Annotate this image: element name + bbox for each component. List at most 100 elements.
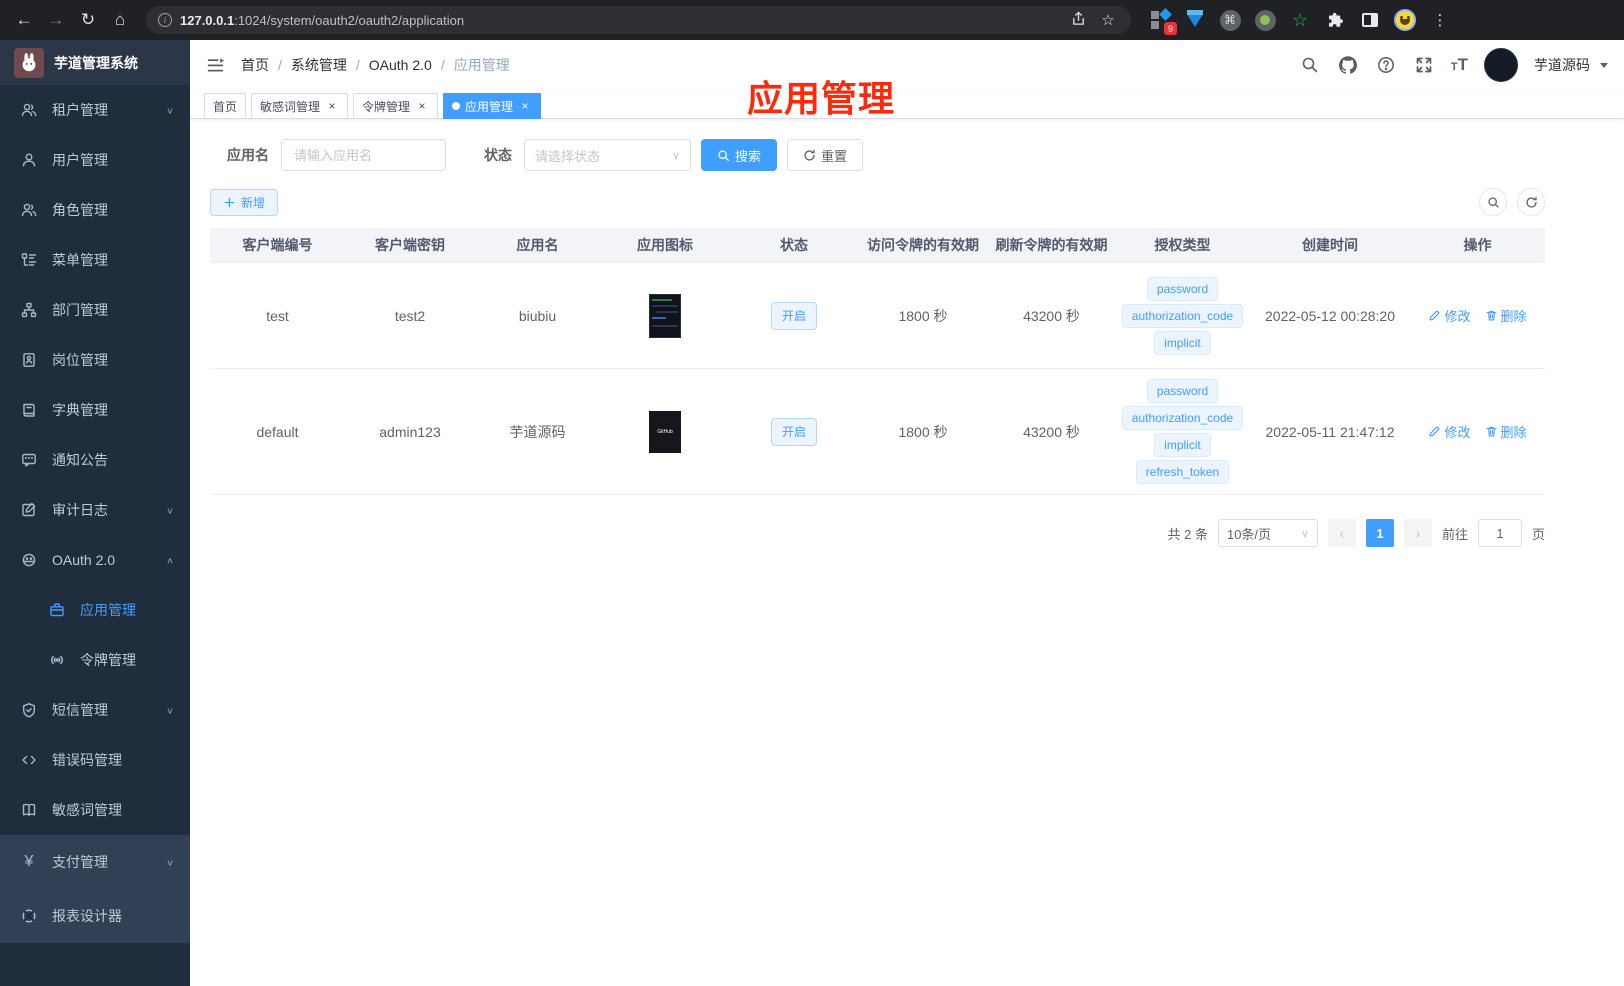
grant-tag: implicit (1154, 330, 1211, 355)
close-icon[interactable]: × (415, 99, 429, 113)
github-icon[interactable] (1337, 54, 1359, 76)
url-host: 127.0.0.1 (180, 12, 235, 28)
side-panel-icon[interactable] (1359, 9, 1381, 31)
close-icon[interactable]: × (518, 99, 532, 113)
sidebar-logo[interactable]: 芋道管理系统 (0, 40, 190, 85)
extension-gem-icon[interactable] (1184, 9, 1206, 31)
status-badge[interactable]: 开启 (770, 417, 817, 446)
chevron-down-icon: ∨ (1300, 527, 1309, 540)
id-badge-icon (20, 352, 38, 368)
extension-command-icon[interactable]: ⌘ (1219, 9, 1241, 31)
username[interactable]: 芋道源码 (1534, 55, 1590, 75)
tab-sensitive[interactable]: 敏感词管理 × (251, 93, 349, 119)
sidebar-item-menu[interactable]: 菜单管理 (0, 235, 190, 285)
table-row: test test2 biubiu 开启 1800 秒 43200 秒 pass… (210, 262, 1545, 368)
share-icon[interactable] (1067, 10, 1089, 30)
sidebar-item-errorcode[interactable]: 错误码管理 (0, 735, 190, 785)
prev-page-button[interactable]: ‹ (1327, 519, 1356, 547)
app-name-label: 应用名 (227, 147, 269, 163)
app-name-input[interactable] (281, 139, 446, 171)
status-badge[interactable]: 开启 (770, 301, 817, 330)
active-dot-icon (452, 102, 461, 110)
report-designer-icon (20, 908, 38, 924)
sidebar-item-sensitive[interactable]: 敏感词管理 (0, 785, 190, 835)
sidebar-item-post[interactable]: 岗位管理 (0, 335, 190, 385)
app-title: 芋道管理系统 (54, 54, 138, 71)
dictionary-book-icon (20, 402, 38, 418)
sidebar-item-role[interactable]: 角色管理 (0, 185, 190, 235)
sidebar: 芋道管理系统 租户管理 ∨ 用户管理 角色管理 菜单管理 部门管理 岗位管理 字… (0, 40, 190, 986)
page-info-icon[interactable]: i (158, 13, 172, 27)
sidebar-item-notice[interactable]: 通知公告 (0, 435, 190, 485)
page-size-select[interactable]: 10条/页 ∨ (1217, 519, 1318, 547)
show-search-toggle-icon[interactable] (1479, 188, 1507, 216)
sidebar-item-audit[interactable]: 审计日志 ∨ (0, 485, 190, 535)
next-page-button[interactable]: › (1403, 519, 1432, 547)
grant-tag: authorization_code (1121, 406, 1244, 430)
profile-avatar-icon[interactable] (1394, 9, 1416, 31)
search-button[interactable]: 搜索 (701, 139, 778, 171)
sidebar-menu: 租户管理 ∨ 用户管理 角色管理 菜单管理 部门管理 岗位管理 字典管理 通知公… (0, 85, 190, 986)
sidebar-item-pay[interactable]: ¥ 支付管理 ∨ (0, 835, 190, 889)
add-button[interactable]: 新增 (210, 188, 279, 216)
yen-icon: ¥ (24, 853, 34, 870)
sidebar-item-token[interactable]: 令牌管理 (0, 635, 190, 685)
browser-menu-icon[interactable]: ⋮ (1429, 9, 1451, 31)
extension-recorder-icon[interactable] (1254, 9, 1276, 31)
sidebar-item-report[interactable]: 报表设计器 (0, 889, 190, 943)
browser-reload-button[interactable]: ↻ (74, 6, 102, 34)
extension-grid-icon[interactable]: 9 (1149, 8, 1177, 35)
help-icon[interactable] (1375, 54, 1397, 76)
sidebar-item-sms[interactable]: 短信管理 ∨ (0, 685, 190, 735)
address-bar[interactable]: i 127.0.0.1:1024/system/oauth2/oauth2/ap… (146, 6, 1131, 34)
breadcrumb-home[interactable]: 首页 (241, 55, 269, 75)
oauth-robot-icon (20, 552, 38, 568)
tags-view-bar: 首页 敏感词管理 × 令牌管理 × 应用管理 × (190, 90, 1624, 119)
app-icon-thumbnail[interactable] (649, 293, 681, 338)
sidebar-item-user[interactable]: 用户管理 (0, 135, 190, 185)
tab-token[interactable]: 令牌管理 × (353, 93, 439, 119)
audit-log-icon (20, 502, 38, 518)
browser-back-button[interactable]: ← (10, 6, 38, 34)
goto-page-input[interactable] (1477, 519, 1522, 547)
tab-home[interactable]: 首页 (204, 93, 247, 119)
breadcrumb-oauth[interactable]: OAuth 2.0 (369, 57, 432, 73)
close-icon[interactable]: × (325, 99, 339, 113)
breadcrumb-system[interactable]: 系统管理 (291, 55, 347, 75)
page-unit-label: 页 (1531, 526, 1545, 542)
tenant-users-icon (20, 102, 38, 118)
user-menu-caret-icon[interactable] (1600, 62, 1608, 68)
font-size-icon[interactable]: TT (1451, 55, 1468, 75)
sidebar-item-tenant[interactable]: 租户管理 ∨ (0, 85, 190, 135)
edit-button[interactable]: 修改 (1428, 422, 1471, 441)
code-icon (20, 752, 38, 768)
total-count: 共 2 条 (1167, 526, 1208, 542)
app-icon-thumbnail[interactable]: GitHub (649, 410, 681, 453)
chevron-down-icon: ∨ (165, 857, 174, 868)
sidebar-item-department[interactable]: 部门管理 (0, 285, 190, 335)
reset-button[interactable]: 重置 (787, 139, 864, 171)
bookmark-star-icon[interactable]: ☆ (1097, 11, 1119, 29)
tab-application[interactable]: 应用管理 × (443, 93, 542, 119)
browser-forward-button[interactable]: → (42, 6, 70, 34)
delete-button[interactable]: 删除 (1485, 306, 1527, 325)
user-avatar[interactable] (1484, 48, 1518, 82)
delete-button[interactable]: 删除 (1485, 422, 1527, 441)
edit-button[interactable]: 修改 (1428, 306, 1471, 325)
sidebar-item-application[interactable]: 应用管理 (0, 585, 190, 635)
sidebar-item-oauth[interactable]: OAuth 2.0 ∧ (0, 535, 190, 585)
extension-star-icon[interactable]: ☆ (1289, 9, 1311, 31)
logo-rabbit-icon (14, 47, 44, 78)
chevron-down-icon: ∨ (165, 705, 174, 716)
browser-home-button[interactable]: ⌂ (106, 6, 134, 34)
header-search-icon[interactable] (1299, 54, 1321, 76)
status-select[interactable]: 请选择状态 ∨ (524, 139, 691, 171)
page-number-button[interactable]: 1 (1365, 519, 1394, 547)
sidebar-collapse-icon[interactable] (206, 56, 225, 75)
extensions-puzzle-icon[interactable] (1324, 9, 1346, 31)
sidebar-item-dict[interactable]: 字典管理 (0, 385, 190, 435)
applications-table: 客户端编号 客户端密钥 应用名 应用图标 状态 访问令牌的有效期 刷新令牌的有效… (210, 228, 1545, 495)
fullscreen-icon[interactable] (1413, 54, 1435, 76)
top-navbar: 首页 / 系统管理 / OAuth 2.0 / 应用管理 TT 芋道源码 (190, 40, 1624, 90)
refresh-table-icon[interactable] (1517, 188, 1545, 216)
